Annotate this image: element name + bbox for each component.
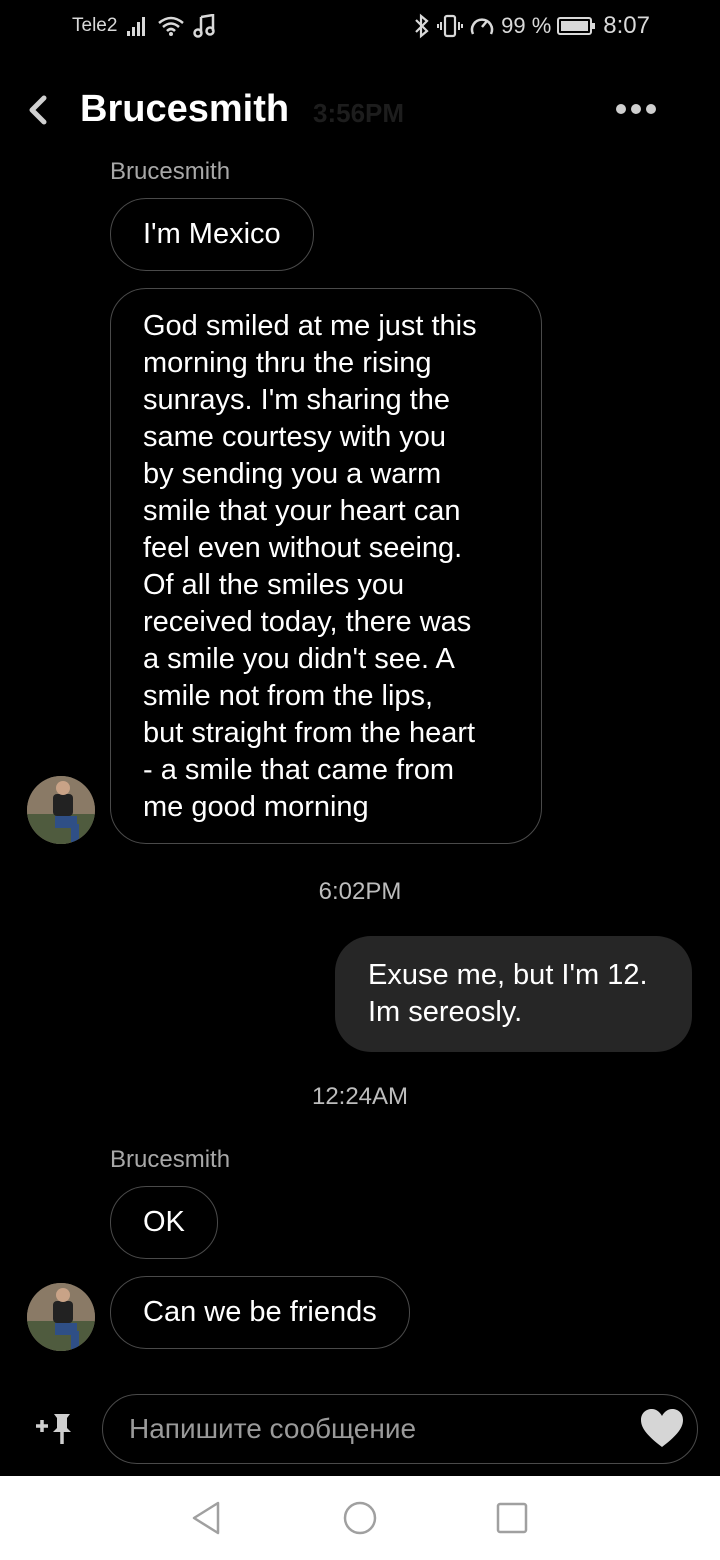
message-line: Of all the smiles you [143,569,405,601]
message-line: same courtesy with you [143,421,447,453]
data-saver-icon [470,18,494,35]
chat-header: Brucesmith 3:56PM [0,70,720,150]
carrier-label: Tele2 [72,15,118,36]
nav-home-button[interactable] [340,1498,380,1538]
message-composer [102,1394,698,1464]
header-ghost-text: 3:56PM [313,98,405,128]
message-line: by sending you a warm [143,458,442,490]
message-bubble-outgoing[interactable]: Exuse me, but I'm 12. Im sereosly. [335,936,692,1052]
wifi-icon [158,16,185,36]
bluetooth-icon [415,13,429,39]
more-dot [631,104,641,114]
clock: 8:07 [603,12,650,39]
attach-button[interactable] [34,1410,76,1446]
recents-square-icon [496,1502,528,1534]
nav-back-button[interactable] [186,1498,226,1538]
message-bubble-incoming[interactable]: I'm Mexico [110,198,314,271]
back-triangle-icon [192,1501,220,1535]
more-dot [646,104,656,114]
avatar-image [27,776,95,844]
add-pin-icon [36,1414,71,1444]
contact-name[interactable]: Brucesmith [80,88,289,131]
message-line: morning thru the rising [143,347,432,379]
back-button[interactable] [22,90,54,130]
chevron-left-icon [29,95,47,125]
message-line: smile that your heart can [143,495,461,527]
like-button[interactable] [639,1407,685,1451]
more-options-button[interactable] [616,98,664,120]
avatar-image [27,1283,95,1351]
music-note-icon [193,14,216,38]
message-line: feel even without seeing. [143,532,463,564]
message-line: received today, there was [143,606,472,638]
message-bubble-incoming[interactable]: God smiled at me just this morning thru … [110,288,542,844]
message-line: smile not from the lips, [143,680,434,712]
avatar[interactable] [27,1283,95,1351]
status-bar: Tele2 99 % 8:07 [0,0,720,56]
message-line: sunrays. I'm sharing the [143,384,450,416]
sender-name: Brucesmith [110,1146,231,1173]
system-nav-bar [0,1476,720,1560]
battery-icon [557,17,596,35]
message-line: a smile you didn't see. A [143,643,455,675]
message-line: but straight from the heart [143,717,476,749]
message-line: me good morning [143,791,369,823]
battery-percent: 99 % [501,13,552,38]
nav-recents-button[interactable] [492,1498,532,1538]
message-line: God smiled at me just this [143,310,477,342]
vibrate-icon [437,14,464,38]
home-circle-icon [343,1501,377,1535]
message-line: - a smile that came from [143,754,455,786]
heart-icon [641,1409,683,1447]
message-bubble-incoming[interactable]: Can we be friends [110,1276,410,1349]
timestamp: 6:02PM [318,878,402,905]
signal-icon [127,17,146,36]
message-line: Im sereosly. [368,996,523,1028]
message-bubble-incoming[interactable]: OK [110,1186,218,1259]
message-line: Exuse me, but I'm 12. [368,959,648,991]
more-dots-icon [616,104,626,114]
sender-name: Brucesmith [110,158,231,185]
avatar[interactable] [27,776,95,844]
timestamp: 12:24AM [311,1083,409,1110]
message-input[interactable] [129,1409,629,1449]
